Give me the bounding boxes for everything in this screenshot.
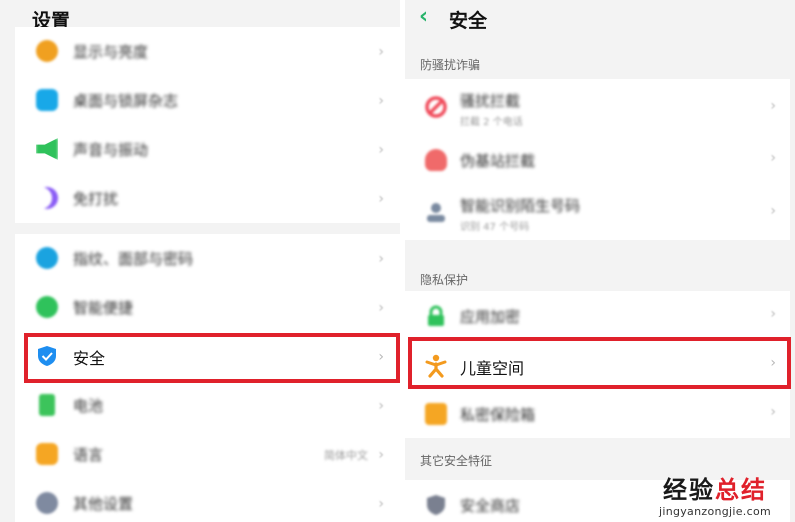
section-anti-harassment: 骚扰拦截 拦截 2 个电话 › 伪基站拦截 › 智能识别陌生号码 识别 47 个… [405,79,790,240]
list-item-private-safe[interactable]: 私密保险箱 › [405,389,790,438]
page-title: 安全 [449,10,488,32]
shield-icon [36,345,58,367]
settings-item-label: 指纹、面部与密码 [73,250,194,268]
list-item-app-lock[interactable]: 应用加密 › [405,291,790,340]
list-item-fake-station[interactable]: 伪基站拦截 › [405,135,790,184]
chevron-right-icon: › [770,98,776,114]
chevron-right-icon: › [378,495,384,512]
settings-item-fingerprint[interactable]: 指纹、面部与密码 › [15,234,400,283]
settings-panel: 设置 显示与亮度 › 桌面与锁屏杂志 › 声音与振动 › 免打扰 › 指纹、面部… [0,0,400,522]
language-icon [36,443,58,465]
settings-item-label: 免打扰 [73,190,119,208]
chevron-right-icon: › [378,92,384,109]
screen: 设置 显示与亮度 › 桌面与锁屏杂志 › 声音与振动 › 免打扰 › 指纹、面部… [0,0,795,522]
settings-item-label: 桌面与锁屏杂志 [73,92,179,110]
watermark-text-main: 经验 [663,476,715,504]
watermark-url: jingyanzongjie.com [658,505,772,518]
chevron-right-icon: › [770,203,776,219]
current-language-value: 简体中文 [324,448,368,462]
settings-group-1: 显示与亮度 › 桌面与锁屏杂志 › 声音与振动 › 免打扰 › [15,27,400,223]
chevron-right-icon: › [378,250,384,267]
moon-icon [36,187,58,209]
chevron-right-icon: › [770,355,776,371]
list-item-label: 智能识别陌生号码 [460,197,581,215]
smart-assist-icon [36,296,58,318]
fake-station-icon [425,149,447,171]
settings-item-label: 声音与振动 [73,141,149,159]
block-icon [425,96,447,118]
wallpaper-icon [36,89,58,111]
settings-item-do-not-disturb[interactable]: 免打扰 › [15,174,400,223]
list-item-harassment-block[interactable]: 骚扰拦截 拦截 2 个电话 › [405,79,790,135]
chevron-right-icon: › [378,141,384,158]
list-item-caller-id[interactable]: 智能识别陌生号码 识别 47 个号码 › [405,184,790,240]
chevron-right-icon: › [378,190,384,207]
caller-id-icon [425,201,447,223]
chevron-right-icon: › [770,150,776,166]
settings-item-smart-assist[interactable]: 智能便捷 › [15,283,400,332]
child-icon [425,354,447,378]
settings-item-language[interactable]: 语言 简体中文 › [15,430,400,479]
list-item-label: 应用加密 [460,308,521,326]
list-item-subtitle: 拦截 2 个电话 [460,117,523,128]
list-item-label: 儿童空间 [460,359,525,378]
settings-item-wallpaper[interactable]: 桌面与锁屏杂志 › [15,76,400,125]
lock-icon [425,305,447,327]
settings-item-label: 显示与亮度 [73,43,149,61]
list-item-kids-space[interactable]: 儿童空间 › [405,340,790,389]
list-item-label: 骚扰拦截 [460,92,521,110]
section-header: 隐私保护 [420,273,469,287]
settings-item-sound[interactable]: 声音与振动 › [15,125,400,174]
watermark-logo-text: 经验总结 [640,470,790,505]
settings-item-label: 语言 [73,446,104,464]
security-panel: ‹ 安全 防骚扰诈骗 骚扰拦截 拦截 2 个电话 › 伪基站拦截 › 智能识别陌… [405,0,795,522]
chevron-left-icon[interactable]: ‹ [419,4,428,29]
section-header: 防骚扰诈骗 [420,58,481,72]
store-shield-icon [425,494,447,516]
section-header: 其它安全特征 [420,454,493,468]
settings-item-label: 智能便捷 [73,299,134,317]
gear-icon [36,492,58,514]
chevron-right-icon: › [770,306,776,322]
settings-item-other[interactable]: 其他设置 › [15,479,400,522]
list-item-label: 安全商店 [460,497,521,515]
settings-item-label: 其他设置 [73,495,134,513]
chevron-right-icon: › [378,397,384,414]
chevron-right-icon: › [378,446,384,463]
watermark: 经验总结 jingyanzongjie.com [640,470,790,518]
settings-item-security[interactable]: 安全 › [15,332,400,381]
sound-icon [36,138,58,160]
list-item-label: 伪基站拦截 [460,152,536,170]
display-brightness-icon [36,40,58,62]
settings-item-battery[interactable]: 电池 › [15,381,400,430]
settings-item-display[interactable]: 显示与亮度 › [15,27,400,76]
fingerprint-icon [36,247,58,269]
settings-item-label: 电池 [73,397,104,415]
section-privacy: 应用加密 › 儿童空间 › 私密保险箱 › [405,291,790,438]
settings-item-label: 安全 [73,348,106,368]
chevron-right-icon: › [378,299,384,316]
chevron-right-icon: › [378,43,384,60]
settings-group-2: 指纹、面部与密码 › 智能便捷 › 安全 › 电池 › 语言 简体中文 › 其他… [15,234,400,522]
chevron-right-icon: › [378,348,384,365]
watermark-text-red: 总结 [715,476,767,504]
list-item-label: 私密保险箱 [460,406,536,424]
list-item-subtitle: 识别 47 个号码 [460,222,530,233]
chevron-right-icon: › [770,404,776,420]
battery-icon [39,394,55,416]
safe-box-icon [425,403,447,425]
